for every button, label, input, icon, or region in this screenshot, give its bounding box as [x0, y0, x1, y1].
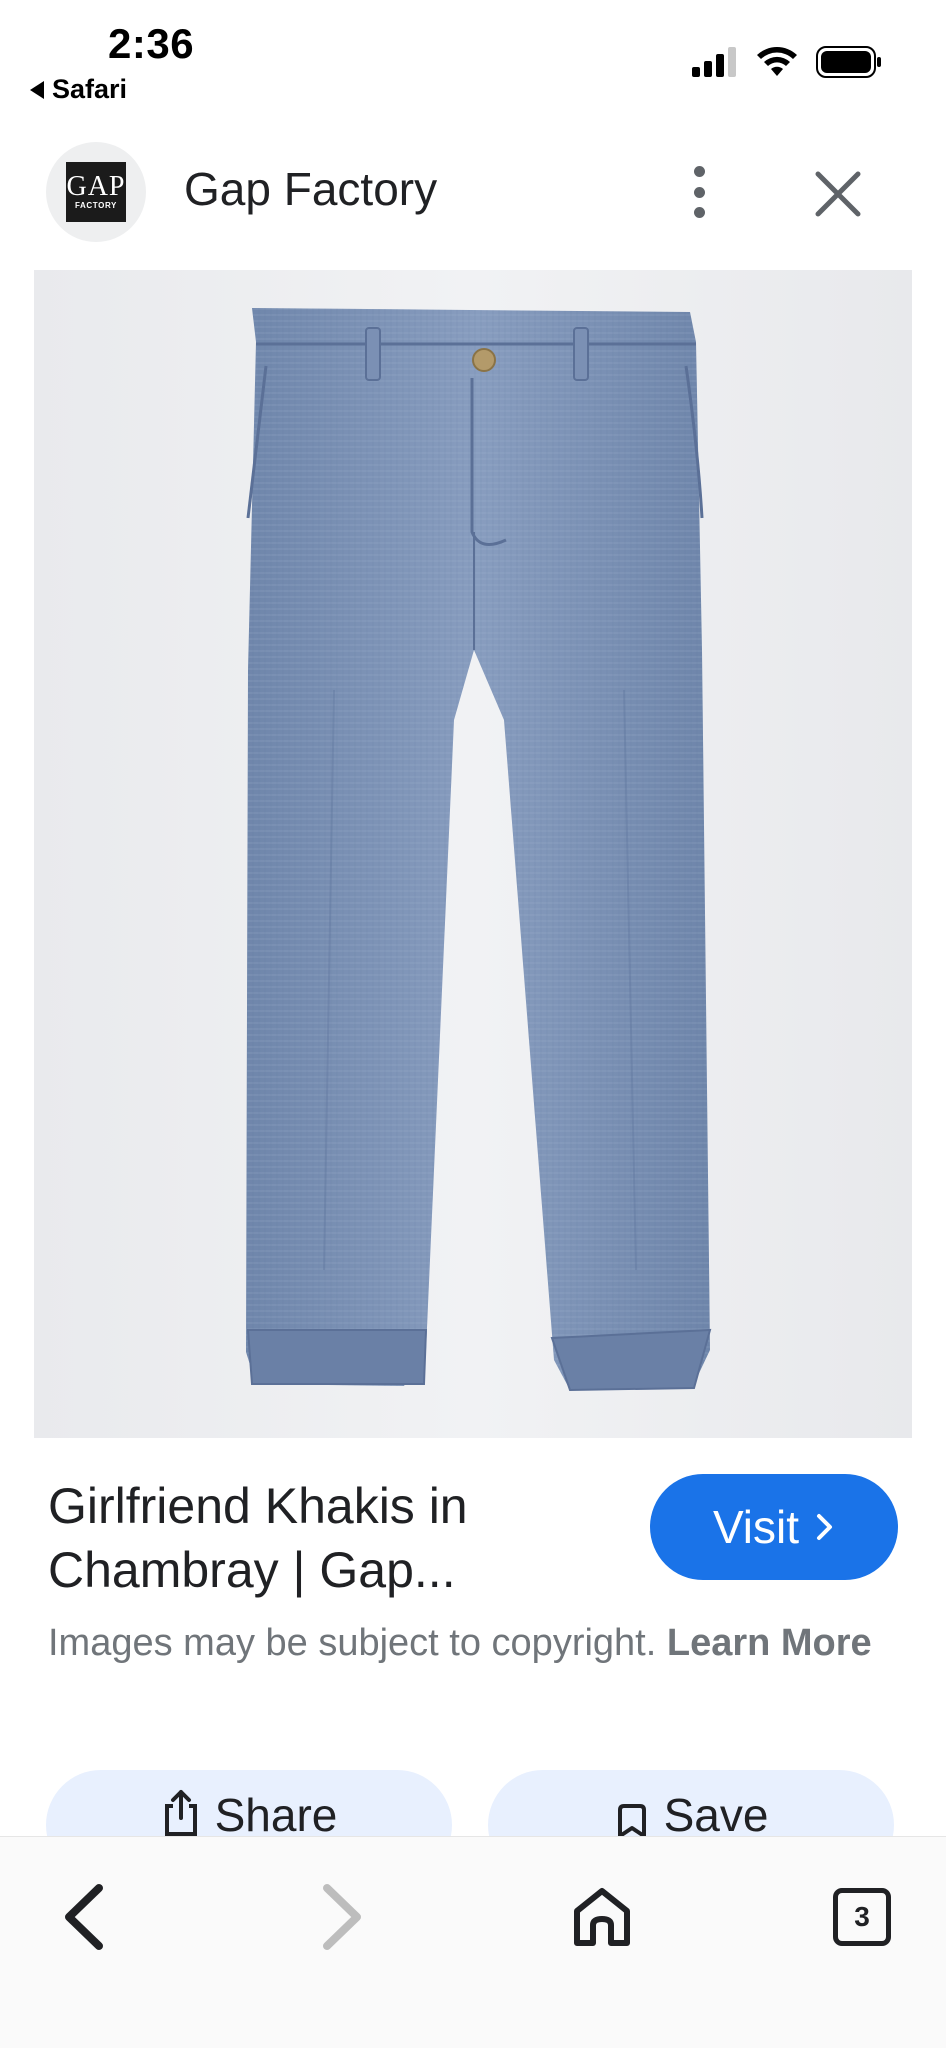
logo-text: GAP — [66, 171, 126, 202]
result-header: GAP FACTORY Gap Factory — [0, 130, 946, 270]
save-button[interactable]: Save — [488, 1770, 894, 1836]
wifi-icon — [757, 47, 797, 76]
back-triangle-icon — [30, 80, 44, 99]
visit-label: Visit — [712, 1501, 800, 1553]
status-time: 2:36 — [108, 20, 195, 67]
close-button[interactable] — [810, 166, 866, 222]
back-app-label: Safari — [52, 74, 128, 104]
copyright-text: Images may be subject to copyright. — [48, 1622, 657, 1664]
share-icon — [164, 1790, 197, 1836]
share-button[interactable]: Share — [46, 1770, 452, 1836]
bottom-navigation-bar: 3 — [0, 1836, 946, 2048]
tabs-button[interactable]: 3 — [812, 1867, 912, 1967]
status-icons — [692, 46, 882, 78]
product-image — [34, 270, 912, 1438]
signal-icon — [692, 47, 736, 77]
chevron-right-icon — [817, 1514, 833, 1540]
more-vert-icon-dot — [693, 207, 705, 218]
back-button[interactable] — [34, 1867, 134, 1967]
forward-button[interactable] — [292, 1867, 392, 1967]
more-vert-icon-dot — [693, 166, 705, 177]
tabs-icon: 3 — [833, 1888, 891, 1946]
tabs-count: 3 — [854, 1901, 870, 1932]
bookmark-icon — [617, 1804, 646, 1836]
battery-icon — [816, 46, 881, 78]
site-name[interactable]: Gap Factory — [184, 162, 437, 216]
close-icon — [815, 171, 861, 217]
action-pills: Share Save — [0, 1760, 946, 1836]
more-vert-icon-dot — [693, 186, 705, 198]
back-icon — [65, 1884, 103, 1950]
product-title[interactable]: Girlfriend Khakis in Chambray | Gap... — [48, 1474, 608, 1602]
home-icon — [574, 1888, 630, 1946]
back-to-app-link[interactable]: Safari — [30, 74, 127, 105]
chambray-pants-illustration — [246, 308, 712, 1392]
logo-subtext: FACTORY — [75, 201, 117, 210]
site-logo[interactable]: GAP FACTORY — [46, 142, 146, 242]
visit-button[interactable]: Visit — [650, 1474, 898, 1580]
status-bar: 2:36 Safari — [0, 0, 946, 120]
home-button[interactable] — [552, 1867, 652, 1967]
share-label: Share — [214, 1789, 338, 1836]
forward-icon — [323, 1884, 361, 1950]
product-image-area[interactable] — [0, 270, 946, 1438]
more-options-button[interactable] — [674, 160, 724, 224]
copyright-notice: Images may be subject to copyright. Lear… — [48, 1616, 908, 1670]
gap-factory-logo: GAP FACTORY — [66, 162, 126, 222]
learn-more-link[interactable]: Learn More — [667, 1622, 872, 1664]
save-label: Save — [663, 1789, 769, 1836]
